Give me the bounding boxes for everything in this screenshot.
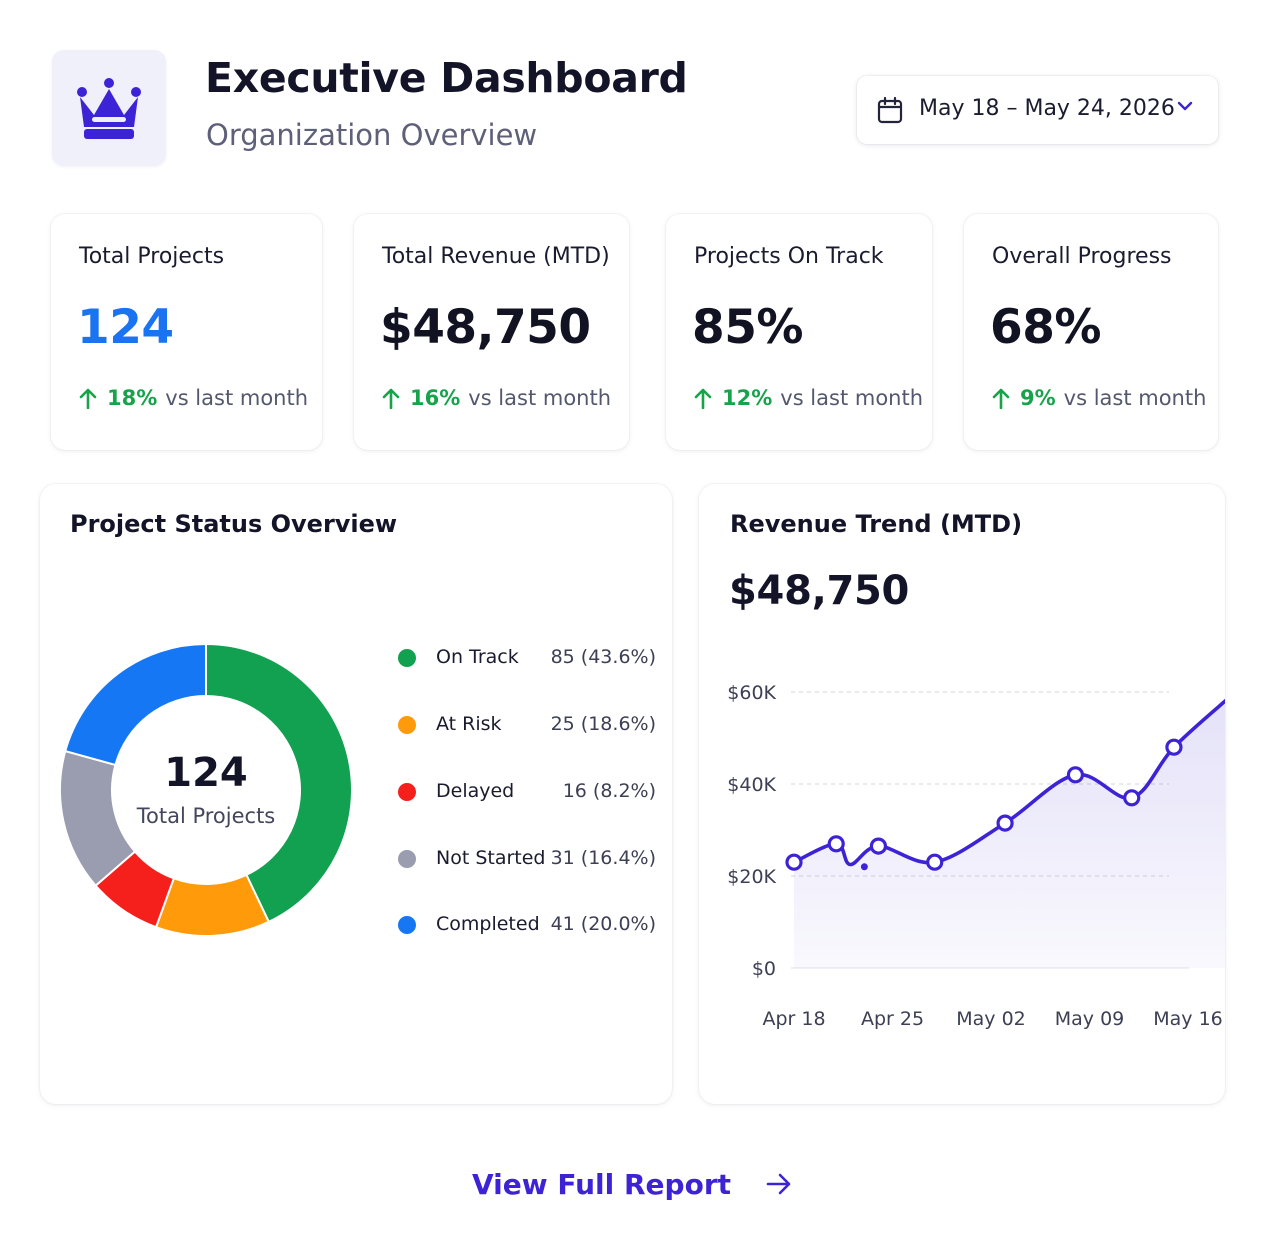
kpi-change-percent: 18% — [107, 386, 158, 410]
x-tick-label: Apr 25 — [861, 1008, 924, 1030]
kpi-change: 18% vs last month — [79, 386, 308, 410]
arrow-up-icon — [992, 388, 1010, 409]
page-title: Executive Dashboard — [205, 54, 688, 102]
revenue-area — [794, 701, 1225, 968]
legend-label: Delayed — [436, 780, 515, 802]
kpi-value: $48,750 — [380, 300, 591, 355]
calendar-icon — [877, 96, 903, 124]
legend-value: 25 (18.6%) — [550, 713, 656, 735]
legend-value: 41 (20.0%) — [550, 913, 656, 935]
view-full-report-label: View Full Report — [472, 1167, 732, 1201]
kpi-label: Overall Progress — [992, 244, 1172, 269]
view-full-report-link[interactable]: View Full Report — [472, 1164, 793, 1204]
legend-item-not-started: Not Started 31 (16.4%) — [396, 844, 656, 874]
donut-center-value: 124 — [164, 750, 248, 796]
data-point — [785, 853, 803, 871]
y-tick-label: $40K — [727, 774, 776, 796]
kpi-change-suffix: vs last month — [165, 386, 309, 410]
x-tick-label: Apr 18 — [762, 1008, 825, 1030]
arrow-up-icon — [382, 388, 400, 409]
legend-dot — [398, 916, 416, 934]
legend-label: Not Started — [436, 847, 546, 869]
revenue-trend-panel: Revenue Trend (MTD) $48,750 $0 $20K $40K $6… — [699, 484, 1225, 1104]
data-point — [827, 835, 845, 853]
kpi-change-suffix: vs last month — [780, 386, 924, 410]
kpi-card-total-revenue: Total Revenue (MTD) $48,750 16% vs last … — [354, 214, 629, 450]
donut-slice-completed — [64, 642, 207, 767]
x-tick-label: May 02 — [956, 1008, 1026, 1030]
data-point — [1165, 738, 1183, 756]
kpi-change: 12% vs last month — [694, 386, 923, 410]
chevron-down-icon — [1177, 101, 1193, 111]
kpi-change-percent: 12% — [722, 386, 773, 410]
data-point — [996, 814, 1014, 832]
legend-value: 16 (8.2%) — [562, 780, 656, 802]
arrow-right-icon — [766, 1173, 791, 1195]
legend-dot — [398, 716, 416, 734]
revenue-line-chart: $0 $20K $40K $60K Apr 18 Apr 25 May 02 May 09 Ma… — [727, 682, 1225, 1030]
data-point — [926, 853, 944, 871]
legend-label: On Track — [436, 646, 519, 668]
kpi-change: 9% vs last month — [992, 386, 1206, 410]
data-point-minor — [860, 863, 868, 871]
kpi-card-total-projects: Total Projects 124 18% vs last month — [51, 214, 322, 450]
legend-value: 85 (43.6%) — [550, 646, 656, 668]
kpi-label: Projects On Track — [694, 244, 884, 269]
kpi-card-projects-on-track: Projects On Track 85% 12% vs last month — [666, 214, 932, 450]
kpi-change-suffix: vs last month — [468, 386, 612, 410]
legend-item-completed: Completed 41 (20.0%) — [396, 910, 656, 940]
kpi-value: 85% — [692, 300, 804, 355]
legend-item-on-track: On Track 85 (43.6%) — [396, 643, 656, 673]
y-tick-label: $0 — [752, 958, 776, 980]
legend-value: 31 (16.4%) — [550, 847, 656, 869]
kpi-change-percent: 16% — [410, 386, 461, 410]
arrow-up-icon — [79, 388, 97, 409]
data-point — [869, 837, 888, 855]
donut-center-label: Total Projects — [136, 804, 276, 828]
kpi-label: Total Revenue (MTD) — [382, 244, 610, 269]
data-point — [1123, 789, 1141, 807]
donut-slice-at-risk — [154, 873, 271, 937]
y-tick-label: $60K — [727, 682, 776, 704]
kpi-value: 124 — [77, 300, 174, 355]
panel-title: Project Status Overview — [70, 510, 398, 538]
legend-dot — [398, 649, 416, 667]
kpi-value: 68% — [990, 300, 1102, 355]
kpi-change-percent: 9% — [1020, 386, 1056, 410]
legend-dot — [398, 850, 416, 868]
project-status-panel: Project Status Overview 124 Total Projec… — [40, 484, 672, 1104]
kpi-change-suffix: vs last month — [1063, 386, 1207, 410]
crown-icon — [77, 78, 141, 139]
legend-label: Completed — [436, 913, 540, 935]
y-tick-label: $20K — [727, 866, 776, 888]
data-point — [1066, 766, 1085, 784]
page-subtitle: Organization Overview — [206, 118, 538, 152]
date-range-text: May 18 – May 24, 2026 — [919, 96, 1175, 121]
date-range-picker[interactable]: May 18 – May 24, 2026 — [857, 76, 1218, 144]
kpi-card-overall-progress: Overall Progress 68% 9% vs last month — [964, 214, 1218, 450]
legend-item-at-risk: At Risk 25 (18.6%) — [396, 710, 656, 740]
arrow-up-icon — [694, 388, 712, 409]
donut-chart: 124 Total Projects — [59, 632, 353, 950]
logo-tile — [52, 50, 166, 166]
kpi-change: 16% vs last month — [382, 386, 611, 410]
legend-label: At Risk — [436, 713, 502, 735]
legend-dot — [398, 783, 416, 801]
kpi-label: Total Projects — [79, 244, 225, 269]
x-tick-label: May 09 — [1055, 1008, 1125, 1030]
x-tick-label: May 16 — [1153, 1008, 1223, 1030]
legend-item-delayed: Delayed 16 (8.2%) — [396, 777, 656, 807]
